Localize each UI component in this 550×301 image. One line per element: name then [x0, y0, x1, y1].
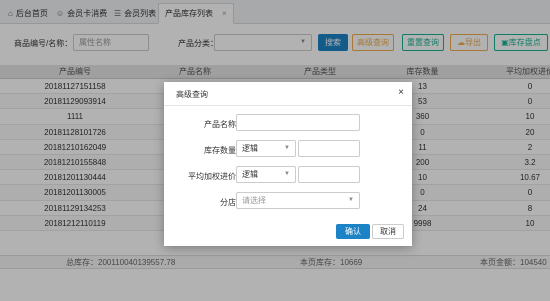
stock-logic-value: 逻辑	[242, 144, 258, 153]
chevron-down-icon: ▼	[284, 145, 290, 151]
store-placeholder: 请选择	[242, 196, 266, 205]
stock-logic-select[interactable]: 逻辑 ▼	[236, 140, 296, 157]
avg-price-input[interactable]	[298, 166, 360, 183]
confirm-button[interactable]: 确认	[336, 224, 370, 239]
chevron-down-icon: ▼	[284, 171, 290, 177]
advanced-search-dialog: 高级查询 × 产品名称： 库存数量： 逻辑 ▼ 平均加权进价： 逻辑 ▼ 分店：…	[164, 82, 412, 246]
product-name-label: 产品名称：	[204, 120, 244, 129]
stock-qty-input[interactable]	[298, 140, 360, 157]
chevron-down-icon: ▼	[348, 197, 354, 203]
product-name-input[interactable]	[236, 114, 360, 131]
price-logic-select[interactable]: 逻辑 ▼	[236, 166, 296, 183]
avg-price-label: 平均加权进价：	[188, 172, 244, 181]
divider	[164, 105, 412, 106]
cancel-button[interactable]: 取消	[372, 224, 404, 239]
dialog-title: 高级查询	[176, 90, 208, 99]
price-logic-value: 逻辑	[242, 170, 258, 179]
close-icon[interactable]: ×	[398, 87, 404, 98]
store-select[interactable]: 请选择 ▼	[236, 192, 360, 209]
store-label: 分店：	[220, 198, 244, 207]
stock-qty-label: 库存数量：	[204, 146, 244, 155]
